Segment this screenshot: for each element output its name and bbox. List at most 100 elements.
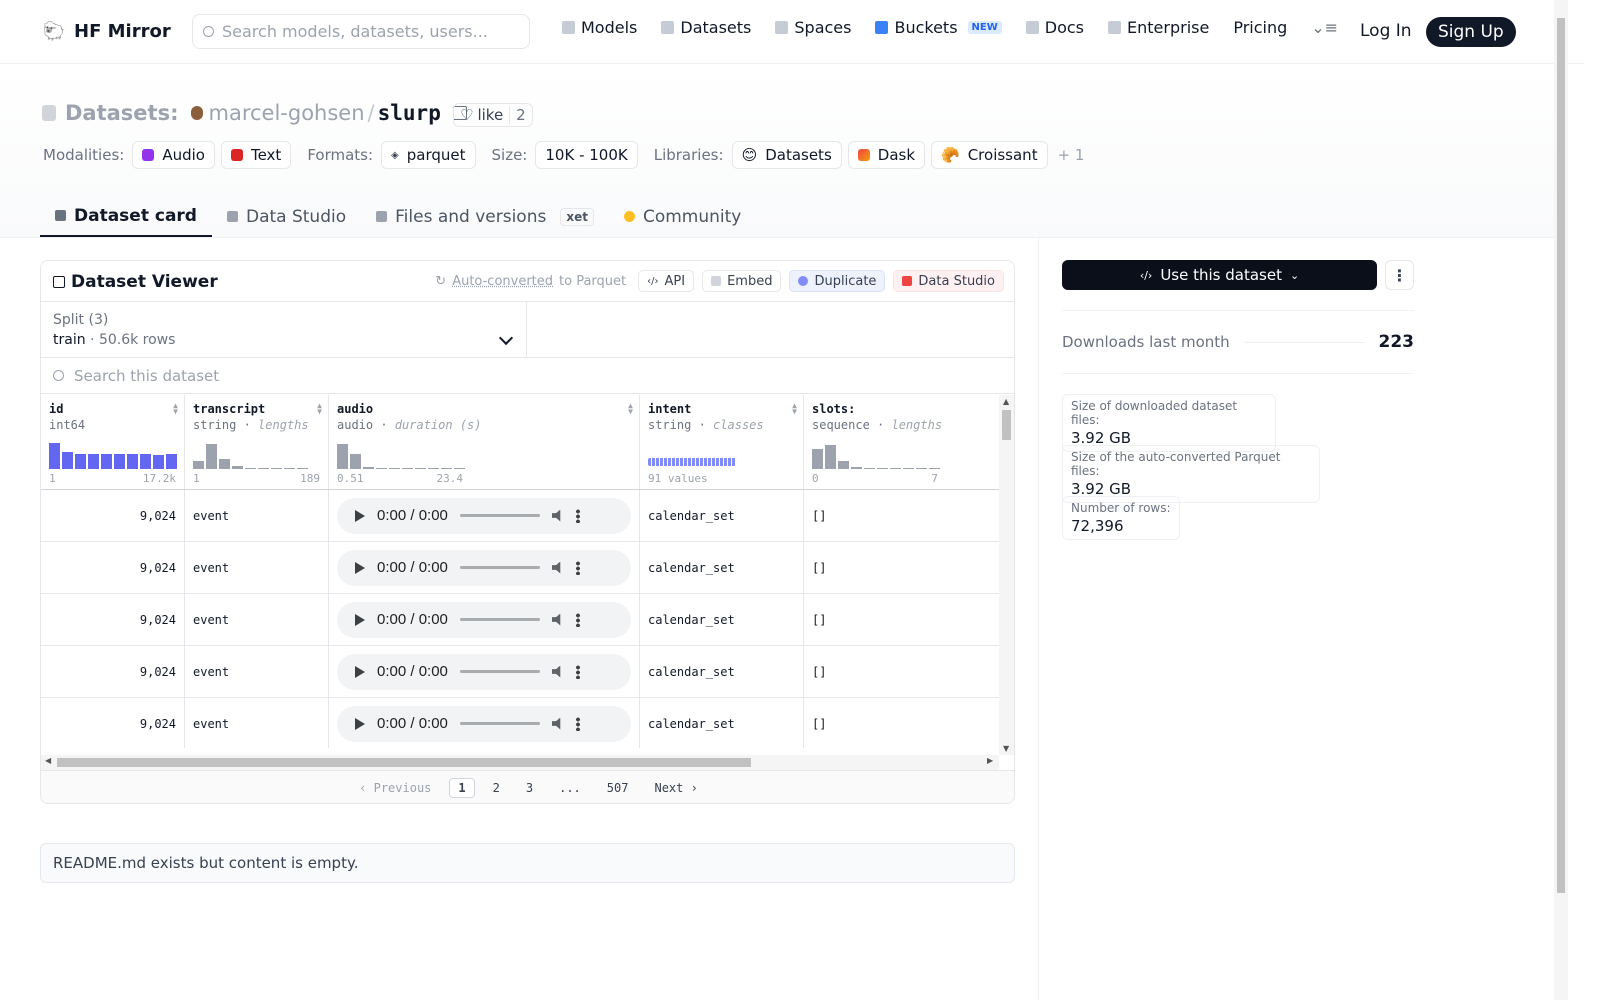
tab-files[interactable]: Files and versions xet	[361, 196, 609, 237]
page-ellipsis: ...	[559, 780, 581, 795]
column-intent[interactable]: intent string · classes ▲ ▼ 91 values	[640, 395, 804, 489]
page-scrollbar[interactable]	[1554, 0, 1568, 1000]
dask-icon	[857, 149, 870, 161]
tag-size[interactable]: 10K - 100K	[535, 141, 638, 169]
nav-docs[interactable]: Docs	[1025, 18, 1084, 37]
table-row[interactable]: 9,024 event 0:00 / 0:00 calendar_set []	[41, 490, 999, 542]
page-3-button[interactable]: 3	[518, 779, 541, 797]
brand-logo[interactable]: 🐑 HF Mirror	[42, 19, 171, 43]
more-options-icon[interactable]	[575, 508, 580, 523]
play-icon[interactable]	[355, 613, 365, 626]
seek-bar[interactable]	[459, 514, 540, 517]
nav-pricing[interactable]: Pricing	[1233, 18, 1287, 37]
seek-bar[interactable]	[459, 618, 540, 621]
audio-player[interactable]: 0:00 / 0:00	[337, 549, 631, 586]
use-dataset-button[interactable]: ‹/› Use this dataset ⌄	[1062, 260, 1377, 290]
tag-dask[interactable]: Dask	[847, 141, 926, 169]
more-options-icon[interactable]	[575, 664, 580, 679]
page-last-button[interactable]: 507	[599, 779, 637, 797]
tab-dataset-card[interactable]: Dataset card	[40, 196, 212, 237]
tab-community[interactable]: Community	[609, 196, 756, 237]
search-input[interactable]: Search models, datasets, users...	[192, 14, 530, 49]
signup-button[interactable]: Sign Up	[1426, 17, 1516, 47]
previous-page-button[interactable]: ‹ Previous	[351, 779, 439, 797]
nav-enterprise[interactable]: Enterprise	[1108, 18, 1209, 37]
vertical-scrollbar[interactable]: ▲ ▼	[999, 395, 1014, 755]
volume-icon[interactable]	[551, 717, 561, 730]
duplicate-button[interactable]: Duplicate	[789, 270, 886, 292]
data-studio-button[interactable]: Data Studio	[893, 270, 1004, 292]
play-icon[interactable]	[355, 717, 365, 730]
more-options-icon[interactable]	[575, 560, 580, 575]
more-options-button[interactable]: ⋮	[1385, 260, 1414, 290]
table-row[interactable]: 9,024 event 0:00 / 0:00 calendar_set []	[41, 594, 999, 646]
horizontal-scrollbar[interactable]: ◀ ▶	[41, 755, 999, 770]
audio-player[interactable]: 0:00 / 0:00	[337, 601, 631, 638]
nav-more-menu[interactable]: ⌄≡	[1311, 18, 1338, 37]
tag-parquet[interactable]: ◈ parquet	[381, 141, 476, 169]
sort-icon[interactable]: ▲ ▼	[792, 402, 797, 416]
scroll-right-icon[interactable]: ▶	[987, 756, 993, 765]
sort-icon[interactable]: ▲ ▼	[173, 402, 178, 416]
table-row[interactable]: 9,024 event 0:00 / 0:00 calendar_set []	[41, 542, 999, 594]
repo-name[interactable]: slurp	[378, 101, 441, 125]
scroll-up-icon[interactable]: ▲	[1003, 397, 1009, 406]
sort-icon[interactable]: ▲ ▼	[628, 402, 633, 416]
audio-player[interactable]: 0:00 / 0:00	[337, 497, 631, 534]
play-icon[interactable]	[355, 561, 365, 574]
table-row[interactable]: 9,024 event 0:00 / 0:00 calendar_set []	[41, 698, 999, 748]
volume-icon[interactable]	[551, 613, 561, 626]
menu-icon: ⌄≡	[1311, 18, 1339, 37]
volume-icon[interactable]	[551, 561, 561, 574]
audio-player[interactable]: 0:00 / 0:00	[337, 705, 631, 742]
play-icon[interactable]	[355, 509, 365, 522]
nav-models[interactable]: Models	[562, 18, 637, 37]
page-1-button[interactable]: 1	[449, 777, 475, 798]
dataset-search-input[interactable]: Search this dataset	[41, 358, 1014, 394]
tag-datasets-lib[interactable]: 😊 Datasets	[731, 141, 842, 169]
embed-button[interactable]: Embed	[702, 270, 782, 292]
volume-icon[interactable]	[551, 509, 561, 522]
split-label: Split (3)	[53, 312, 109, 328]
play-icon[interactable]	[355, 665, 365, 678]
more-options-icon[interactable]	[575, 612, 580, 627]
section-label[interactable]: Datasets:	[65, 101, 179, 125]
volume-icon[interactable]	[551, 665, 561, 678]
tag-audio[interactable]: Audio	[132, 141, 215, 169]
owner-link[interactable]: marcel-gohsen	[209, 101, 365, 125]
readme-notice: README.md exists but content is empty.	[40, 843, 1015, 883]
kebab-icon: ⋮	[1391, 265, 1408, 285]
next-page-button[interactable]: Next ›	[646, 779, 705, 797]
column-transcript[interactable]: transcript string · lengths ▲ ▼ 1 189	[185, 395, 329, 489]
scroll-down-icon[interactable]: ▼	[1003, 744, 1009, 753]
sort-icon[interactable]: ▲ ▼	[317, 402, 322, 416]
page-2-button[interactable]: 2	[485, 779, 508, 797]
scroll-left-icon[interactable]: ◀	[45, 756, 51, 765]
audio-player[interactable]: 0:00 / 0:00	[337, 653, 631, 690]
seek-bar[interactable]	[459, 566, 540, 569]
login-link[interactable]: Log In	[1360, 21, 1412, 41]
seek-bar[interactable]	[459, 722, 540, 725]
nav-datasets[interactable]: Datasets	[661, 18, 751, 37]
scroll-thumb[interactable]	[57, 758, 751, 767]
tag-croissant[interactable]: 🥐 Croissant	[931, 141, 1048, 169]
split-select[interactable]: Split (3) train · 50.6k rows	[41, 302, 527, 358]
column-slots[interactable]: slots: sequence · lengths 07	[804, 395, 999, 489]
more-options-icon[interactable]	[575, 716, 580, 731]
scroll-thumb[interactable]	[1557, 18, 1565, 893]
column-id[interactable]: id int64 ▲ ▼ 1 17.2k	[41, 395, 185, 489]
nav-buckets[interactable]: Buckets NEW	[875, 18, 1002, 37]
table-row[interactable]: 9,024 event 0:00 / 0:00 calendar_set []	[41, 646, 999, 698]
column-audio[interactable]: audio audio · duration (s) ▲ ▼ 0.51 23.4	[329, 395, 640, 489]
tag-text[interactable]: Text	[220, 141, 292, 169]
seek-bar[interactable]	[459, 670, 540, 673]
auto-converted-note: ↻ Auto-converted to Parquet	[435, 273, 627, 289]
tab-data-studio[interactable]: Data Studio	[212, 196, 361, 237]
table-icon	[226, 211, 238, 222]
like-button[interactable]: ♡ like 2	[453, 103, 533, 127]
api-button[interactable]: ‹/› API	[638, 270, 695, 292]
embed-icon	[711, 276, 722, 286]
nav-spaces[interactable]: Spaces	[775, 18, 851, 37]
more-libraries[interactable]: + 1	[1058, 146, 1085, 164]
scroll-thumb[interactable]	[1002, 410, 1011, 440]
